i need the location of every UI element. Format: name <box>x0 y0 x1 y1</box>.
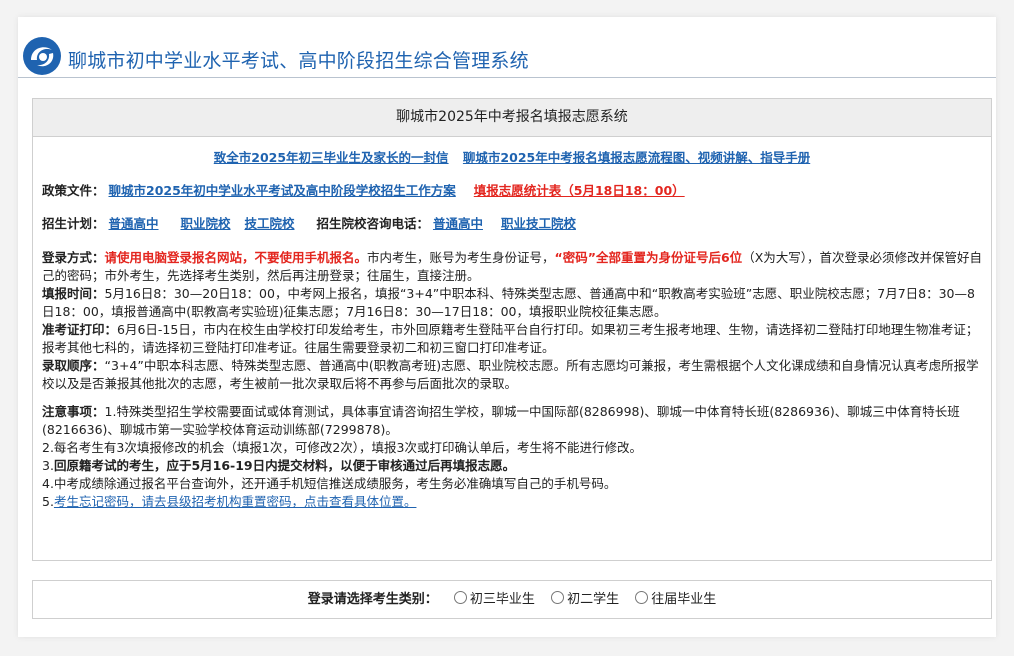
note-item-1: 注意事项：1.特殊类型招生学校需要面试或体育测试，具体事宜请咨询招生学校，聊城一… <box>42 403 982 439</box>
login-category-box: 登录请选择考生类别： 初三毕业生 初二学生 往届毕业生 <box>32 580 992 619</box>
notes-block: 注意事项：1.特殊类型招生学校需要面试或体育测试，具体事宜请咨询招生学校，聊城一… <box>42 403 982 511</box>
option-grade9-graduate[interactable]: 初三毕业生 <box>470 592 535 607</box>
login-method-text1: 市内考生，账号为考生身份证号， <box>367 250 555 265</box>
instructions-block: 登录方式：请使用电脑登录报名网站，不要使用手机报名。市内考生，账号为考生身份证号… <box>42 249 982 393</box>
note-item-2: 2.每名考生有3次填报修改的机会（填报1次，可修改2次），填报3次或打印确认单后… <box>42 440 642 455</box>
note-item-5: 5.考生忘记密码，请去县级招考机构重置密码，点击查看具体位置。 <box>42 493 982 511</box>
plan-technical-link[interactable]: 技工院校 <box>244 216 294 231</box>
note-5-prefix: 5. <box>42 494 54 509</box>
fill-time-label: 填报时间： <box>42 286 105 301</box>
note-3-prefix: 3. <box>42 458 54 473</box>
admission-order-label: 录取顺序： <box>42 358 105 373</box>
guide-manual-link[interactable]: 聊城市2025年中考报名填报志愿流程图、视频讲解、指导手册 <box>463 150 810 165</box>
registration-panel: 聊城市2025年中考报名填报志愿系统 致全市2025年初三毕业生及家长的一封信 … <box>32 98 992 561</box>
statistics-table-link[interactable]: 填报志愿统计表（5月18日18：00） <box>474 183 685 198</box>
phone-general-high-link[interactable]: 普通高中 <box>433 216 483 231</box>
site-title: 聊城市初中学业水平考试、高中阶段招生综合管理系统 <box>68 50 529 72</box>
option-grade8-student[interactable]: 初二学生 <box>567 592 619 607</box>
panel-title: 聊城市2025年中考报名填报志愿系统 <box>33 99 991 137</box>
policy-row: 政策文件： 聊城市2025年初中学业水平考试及高中阶段学校招生工作方案 填报志愿… <box>42 182 982 200</box>
site-logo-icon <box>23 37 61 75</box>
login-method-warning: 请使用电脑登录报名网站，不要使用手机报名。 <box>104 250 368 265</box>
plan-row: 招生计划： 普通高中 职业院校 技工院校 招生院校咨询电话： 普通高中 职业技工… <box>42 215 982 233</box>
site-header: 聊城市初中学业水平考试、高中阶段招生综合管理系统 <box>18 17 996 78</box>
panel-content: 致全市2025年初三毕业生及家长的一封信 聊城市2025年中考报名填报志愿流程图… <box>33 149 991 511</box>
radio-grade8-student[interactable] <box>551 591 565 604</box>
login-category-label: 登录请选择考生类别： <box>307 592 438 607</box>
plan-vocational-link[interactable]: 职业院校 <box>180 216 230 231</box>
page-container: 聊城市初中学业水平考试、高中阶段招生综合管理系统 聊城市2025年中考报名填报志… <box>18 17 996 637</box>
note-3-text: 回原籍考试的考生，应于5月16-19日内提交材料，以便于审核通过后再填报志愿。 <box>53 458 516 473</box>
policy-label: 政策文件： <box>42 183 105 198</box>
radio-previous-graduate[interactable] <box>635 591 649 604</box>
admission-order: 录取顺序：“3+4”中职本科志愿、特殊类型志愿、普通高中(职教高考班)志愿、职业… <box>42 357 982 393</box>
admission-ticket-label: 准考证打印： <box>42 322 118 337</box>
radio-grade9-graduate[interactable] <box>453 591 467 604</box>
note-text-1: 1.特殊类型招生学校需要面试或体育测试，具体事宜请咨询招生学校，聊城一中国际部(… <box>42 404 960 437</box>
fill-time: 填报时间：5月16日8：30—20日18：00，中考网上报名，填报“3+4”中职… <box>42 285 982 321</box>
admission-ticket-text: 6月6日-15日，市内在校生由学校打印发给考生，市外回原籍考生登陆平台自行打印。… <box>42 322 979 355</box>
fill-time-text: 5月16日8：30—20日18：00，中考网上报名，填报“3+4”中职本科、特殊… <box>42 286 975 319</box>
policy-plan-link[interactable]: 聊城市2025年初中学业水平考试及高中阶段学校招生工作方案 <box>109 183 456 198</box>
option-previous-graduate[interactable]: 往届毕业生 <box>651 592 716 607</box>
password-reset-location-link[interactable]: 考生忘记密码，请去县级招考机构重置密码，点击查看具体位置。 <box>54 494 417 509</box>
plan-label: 招生计划： <box>42 216 105 231</box>
note-item-3: 3.回原籍考试的考生，应于5月16-19日内提交材料，以便于审核通过后再填报志愿… <box>42 457 982 475</box>
admission-order-text: “3+4”中职本科志愿、特殊类型志愿、普通高中(职教高考班)志愿、职业院校志愿。… <box>42 358 979 391</box>
password-reset-notice: “密码”全部重置为身份证号后6位 <box>554 250 743 265</box>
login-method: 登录方式：请使用电脑登录报名网站，不要使用手机报名。市内考生，账号为考生身份证号… <box>42 249 982 285</box>
phone-vocational-link[interactable]: 职业技工院校 <box>501 216 576 231</box>
note-item-4: 4.中考成绩除通过报名平台查询外，还开通手机短信推送成绩服务，考生务必准确填写自… <box>42 476 617 491</box>
top-links: 致全市2025年初三毕业生及家长的一封信 聊城市2025年中考报名填报志愿流程图… <box>42 149 982 167</box>
letter-to-parents-link[interactable]: 致全市2025年初三毕业生及家长的一封信 <box>214 150 449 165</box>
notes-label: 注意事项： <box>42 404 105 419</box>
login-method-label: 登录方式： <box>42 250 105 265</box>
plan-general-high-link[interactable]: 普通高中 <box>109 216 159 231</box>
phone-label: 招生院校咨询电话： <box>316 216 429 231</box>
admission-ticket: 准考证打印：6月6日-15日，市内在校生由学校打印发给考生，市外回原籍考生登陆平… <box>42 321 982 357</box>
